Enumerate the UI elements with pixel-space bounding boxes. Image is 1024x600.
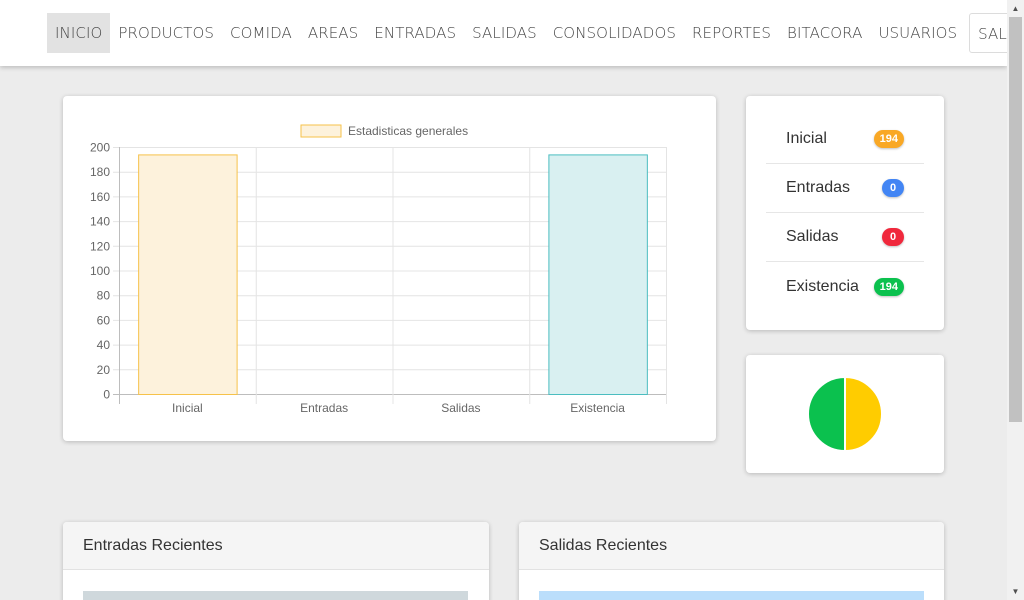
pie-chart-card <box>746 355 944 473</box>
stats-pie-chart <box>807 375 883 453</box>
x-tick-label: Entradas <box>300 401 348 415</box>
y-tick-label: 140 <box>90 215 110 229</box>
page-scrollbar[interactable]: ▲ ▼ <box>1007 0 1024 600</box>
scroll-up-arrow-icon[interactable]: ▲ <box>1007 0 1024 17</box>
top-navbar: INICIO PRODUCTOS COMIDA AREAS ENTRADAS S… <box>0 0 1024 66</box>
nav-item-productos[interactable]: PRODUCTOS <box>110 13 222 53</box>
recent-entries-table-header <box>83 591 468 600</box>
legend-label: Estadisticas generales <box>348 124 468 138</box>
nav-item-reportes[interactable]: REPORTES <box>684 13 779 53</box>
y-tick-label: 80 <box>97 289 111 303</box>
recent-entries-panel: Entradas Recientes <box>63 522 489 600</box>
x-tick-label: Inicial <box>172 401 203 415</box>
nav-item-salidas[interactable]: SALIDAS <box>464 13 545 53</box>
y-tick-label: 100 <box>90 264 110 278</box>
stat-badge: 194 <box>873 277 904 296</box>
y-tick-label: 60 <box>97 313 111 327</box>
stat-badge: 0 <box>882 228 904 246</box>
stat-label: Entradas <box>786 179 851 196</box>
stats-bar-chart: Estadisticas generales 0 20 40 60 80 100 120 140… <box>90 124 667 415</box>
stat-item-salidas: Salidas 0 <box>766 213 924 262</box>
y-tick-label: 200 <box>90 141 110 155</box>
nav-item-inicio[interactable]: INICIO <box>47 13 111 53</box>
pie-slice-inicial <box>844 375 883 453</box>
stat-item-entradas: Entradas 0 <box>766 164 924 213</box>
nav-item-areas[interactable]: AREAS <box>300 13 366 53</box>
y-tick-label: 180 <box>90 165 110 179</box>
nav-item-comida[interactable]: COMIDA <box>222 13 300 53</box>
pie-slice-existencia <box>807 375 846 453</box>
nav-item-usuarios[interactable]: USUARIOS <box>870 13 965 53</box>
stat-label: Existencia <box>786 277 859 295</box>
y-tick-label: 20 <box>97 363 111 377</box>
stat-badge: 194 <box>873 130 904 148</box>
y-tick-label: 160 <box>90 190 110 204</box>
bar-inicial <box>138 154 238 395</box>
stats-chart-card: Estadisticas generales 0 20 40 60 80 100 120 140… <box>63 96 716 441</box>
recent-entries-title: Entradas Recientes <box>63 522 489 570</box>
scroll-thumb[interactable] <box>1009 17 1022 422</box>
y-tick-label: 40 <box>97 338 111 352</box>
recent-exits-title: Salidas Recientes <box>519 522 944 570</box>
nav-item-bitacora[interactable]: BITACORA <box>779 13 870 53</box>
stat-item-existencia: Existencia 194 <box>766 262 924 311</box>
stat-item-inicial: Inicial 194 <box>766 115 924 164</box>
nav-item-entradas[interactable]: ENTRADAS <box>366 13 464 53</box>
recent-exits-table-header <box>539 591 924 600</box>
stat-label: Salidas <box>786 228 839 245</box>
stat-badge: 0 <box>882 179 904 197</box>
stats-summary-card: Inicial 194 Entradas 0 Salidas 0 Existen… <box>746 96 944 330</box>
nav-item-consolidados[interactable]: CONSOLIDADOS <box>545 13 684 53</box>
stats-list: Inicial 194 Entradas 0 Salidas 0 Existen… <box>766 115 924 311</box>
legend-swatch <box>300 124 342 138</box>
nav-menu: INICIO PRODUCTOS COMIDA AREAS ENTRADAS S… <box>47 13 1024 53</box>
recent-exits-panel: Salidas Recientes <box>519 522 944 600</box>
x-tick-label: Existencia <box>570 401 625 415</box>
bar-existencia <box>548 154 648 395</box>
y-tick-label: 120 <box>90 239 110 253</box>
stat-label: Inicial <box>786 130 827 147</box>
x-tick-label: Salidas <box>441 401 480 415</box>
chart-legend: Estadisticas generales <box>300 124 468 138</box>
scroll-down-arrow-icon[interactable]: ▼ <box>1007 583 1024 600</box>
y-tick-label: 0 <box>103 388 110 402</box>
